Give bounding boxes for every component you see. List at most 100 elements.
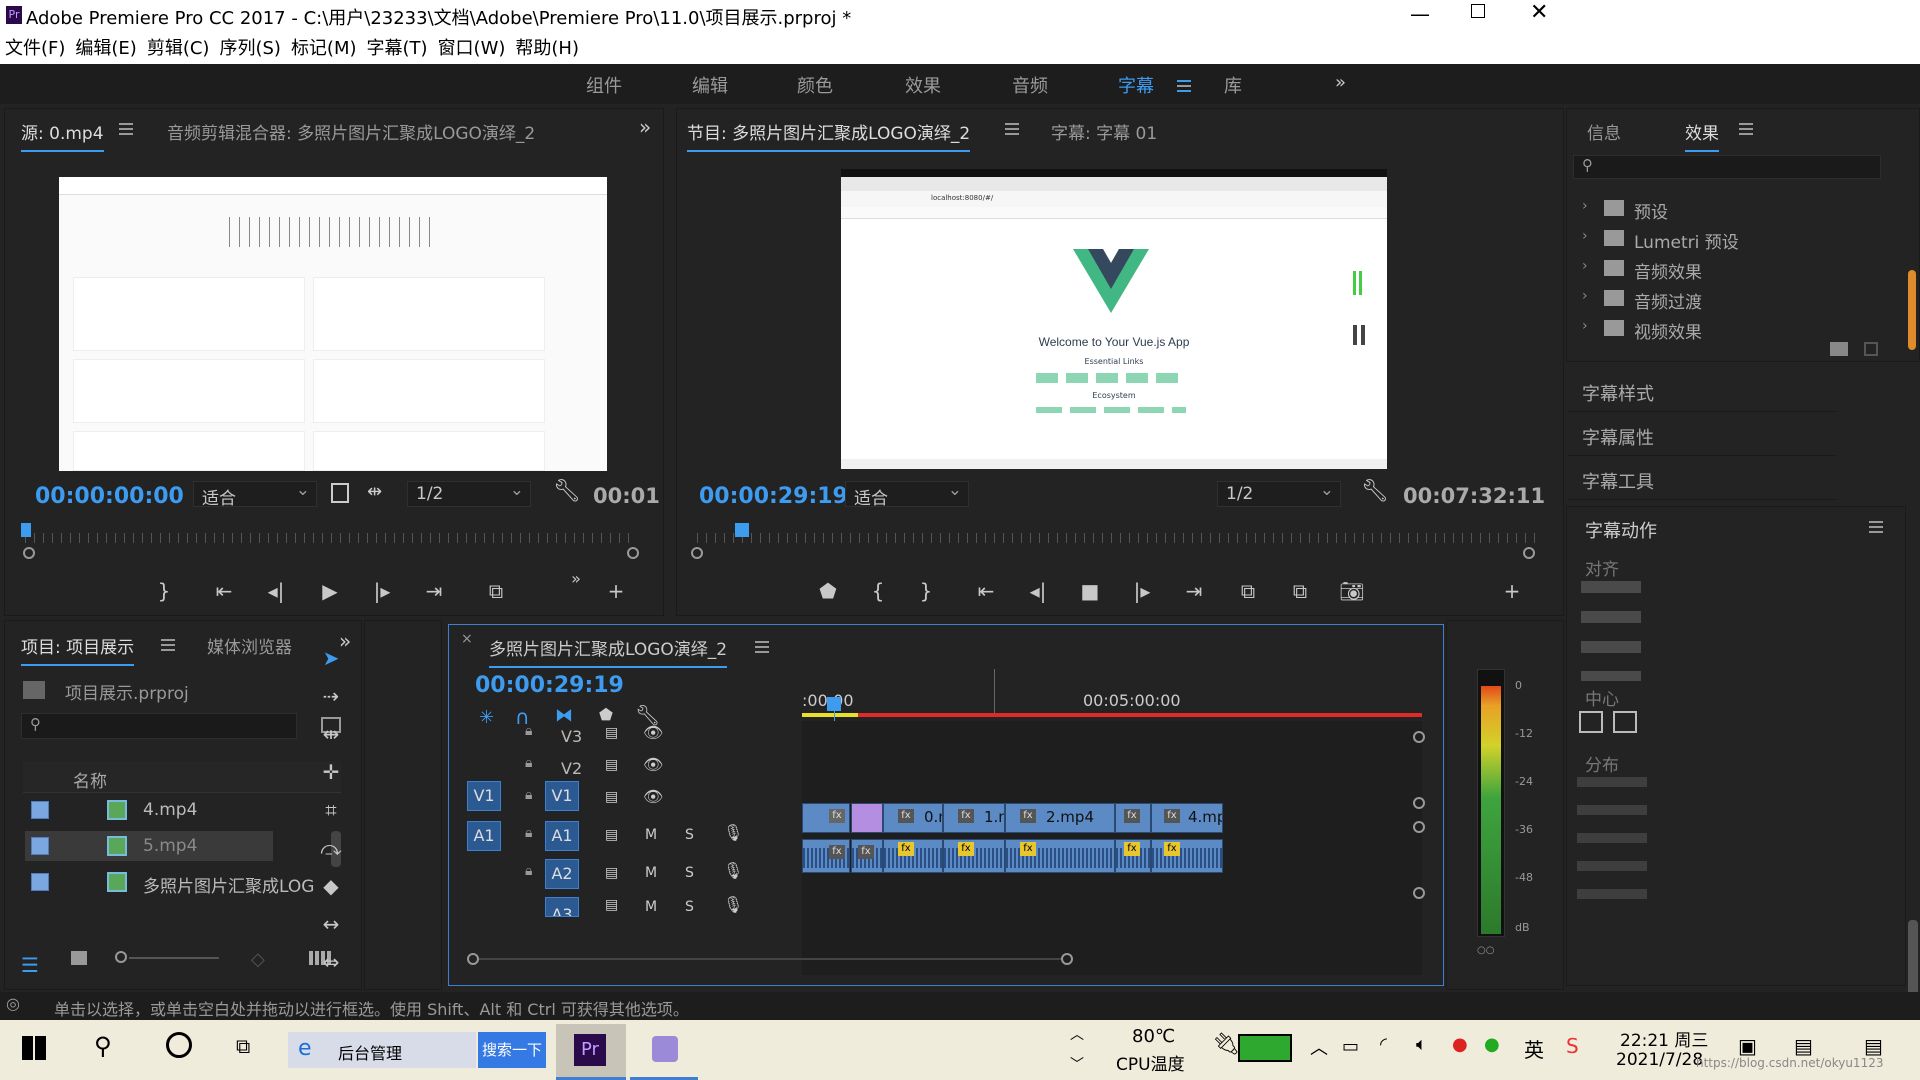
add-marker-icon[interactable]: ⬟ bbox=[599, 705, 613, 724]
program-extract-icon[interactable]: ⧉ bbox=[1285, 579, 1315, 603]
lock-icon[interactable]: 🔒︎ bbox=[525, 755, 532, 771]
chevron-up-icon[interactable]: ︿ bbox=[1070, 1024, 1084, 1044]
linked-selection-icon[interactable]: ⧓ bbox=[555, 705, 573, 726]
taskbar-premiere[interactable]: Pr bbox=[556, 1024, 626, 1080]
workspace-overflow-icon[interactable]: » bbox=[1335, 72, 1346, 93]
workspace-audio[interactable]: 音频 bbox=[1012, 72, 1048, 98]
audio-scroll-top-handle[interactable] bbox=[1413, 821, 1425, 833]
effects-folder-presets[interactable]: › 预设 bbox=[1582, 194, 1882, 223]
source-timecode[interactable]: 00:00:00:00 bbox=[35, 484, 184, 509]
video-clip[interactable]: fx bbox=[802, 803, 850, 833]
effects-search-input[interactable]: ⚲ bbox=[1573, 155, 1881, 179]
video-clip-0[interactable]: fx 0.mp4 bbox=[883, 803, 943, 833]
notification-badge-icon[interactable]: ▣ bbox=[1738, 1034, 1757, 1058]
cortana-icon[interactable] bbox=[166, 1032, 192, 1058]
timeline-zoom-start-handle[interactable] bbox=[467, 953, 479, 965]
close-icon[interactable]: ✕ bbox=[1530, 0, 1548, 25]
qq-icon[interactable]: ● bbox=[1452, 1034, 1468, 1055]
timeline-zoom-end-handle[interactable] bbox=[1061, 953, 1073, 965]
zoom-slider-handle[interactable] bbox=[115, 951, 127, 963]
tab-media-browser[interactable]: 媒体浏览器 bbox=[207, 633, 292, 658]
pen-tool-icon[interactable]: ⇔ bbox=[318, 950, 344, 976]
sync-lock-icon[interactable]: ▤ bbox=[605, 757, 618, 773]
solo-button[interactable]: S bbox=[685, 899, 694, 915]
panel-title-styles[interactable]: 字幕样式 bbox=[1568, 372, 1836, 412]
mute-button[interactable]: M bbox=[645, 899, 657, 915]
sync-lock-icon[interactable]: ▤ bbox=[605, 827, 618, 843]
distribute-buttons-icon[interactable] bbox=[1577, 777, 1647, 907]
align-buttons-icon[interactable] bbox=[1581, 581, 1641, 681]
source-drag-icon[interactable]: ⇹ bbox=[367, 481, 382, 502]
timeline-playhead-handle[interactable] bbox=[827, 697, 841, 711]
source-playhead[interactable] bbox=[21, 523, 31, 537]
track-target-a1[interactable]: A1 bbox=[545, 821, 579, 851]
mute-button[interactable]: M bbox=[645, 827, 657, 843]
effects-folder-lumetri[interactable]: › Lumetri 预设 bbox=[1582, 224, 1882, 253]
label-color-swatch[interactable] bbox=[31, 801, 49, 819]
video-clip-2[interactable]: fx 2.mp4 bbox=[1005, 803, 1115, 833]
program-add-marker-icon[interactable]: ⬟ bbox=[813, 579, 843, 603]
center-horizontal-icon[interactable] bbox=[1579, 711, 1603, 733]
ripple-edit-tool-icon[interactable]: ⇹ bbox=[318, 722, 344, 748]
source-insert-icon[interactable]: ⧉ bbox=[481, 579, 511, 603]
program-lift-icon[interactable]: ⧉ bbox=[1233, 579, 1263, 603]
eye-icon[interactable]: 👁︎ bbox=[643, 755, 663, 774]
effects-scrollbar[interactable] bbox=[1908, 270, 1916, 350]
close-icon[interactable]: × bbox=[461, 631, 473, 647]
audio-scroll-bottom-handle[interactable] bbox=[1413, 887, 1425, 899]
track-select-tool-icon[interactable]: ⇢ bbox=[318, 684, 344, 710]
source-add-button-icon[interactable]: + bbox=[601, 579, 631, 603]
notification-icon[interactable]: ▤ bbox=[1864, 1034, 1883, 1058]
menu-marker[interactable]: 标记(M) bbox=[286, 34, 362, 64]
action-center-icon[interactable]: ▤ bbox=[1794, 1034, 1813, 1058]
chevron-up-icon[interactable]: ︿ bbox=[1310, 1034, 1328, 1060]
rate-stretch-tool-icon[interactable]: ⌗ bbox=[318, 798, 344, 824]
rolling-edit-tool-icon[interactable]: ✛ bbox=[318, 760, 344, 786]
track-target-v1[interactable]: V1 bbox=[545, 781, 579, 811]
microphone-icon[interactable]: 🎙︎ bbox=[723, 823, 743, 842]
video-clip-4[interactable]: fx 4.mp4 bbox=[1151, 803, 1223, 833]
panel-title-tools[interactable]: 字幕工具 bbox=[1568, 460, 1836, 500]
center-vertical-icon[interactable] bbox=[1613, 711, 1637, 733]
source-patch-a1[interactable]: A1 bbox=[467, 821, 501, 851]
icon-view-icon[interactable] bbox=[71, 951, 87, 965]
audio-clip[interactable]: fx bbox=[802, 839, 850, 873]
sync-lock-icon[interactable]: ▤ bbox=[605, 897, 618, 913]
nest-sequence-icon[interactable]: ✳ bbox=[479, 707, 494, 728]
battery-icon[interactable] bbox=[1238, 1034, 1292, 1062]
title-clip[interactable] bbox=[851, 803, 883, 833]
razor-tool-icon[interactable]: ⤼ bbox=[318, 836, 344, 862]
program-settings-wrench-icon[interactable]: 🔧︎ bbox=[1361, 479, 1389, 504]
effects-menu-icon[interactable] bbox=[1739, 123, 1753, 135]
taskbar-app[interactable] bbox=[630, 1024, 698, 1080]
program-go-to-out-icon[interactable]: ⇥ bbox=[1179, 579, 1209, 603]
program-zoom-end-handle[interactable] bbox=[1523, 547, 1535, 559]
microphone-icon[interactable]: 🎙︎ bbox=[723, 895, 743, 914]
program-mark-out-icon[interactable]: } bbox=[911, 579, 941, 603]
microphone-icon[interactable]: 🎙︎ bbox=[723, 861, 743, 880]
program-step-forward-icon[interactable]: |▸ bbox=[1127, 579, 1157, 603]
program-playhead[interactable] bbox=[735, 523, 749, 537]
menu-window[interactable]: 窗口(W) bbox=[433, 34, 511, 64]
effects-folder-audio-transitions[interactable]: › 音频过渡 bbox=[1582, 284, 1882, 313]
menu-edit[interactable]: 编辑(E) bbox=[70, 34, 141, 64]
eye-icon[interactable]: 👁︎ bbox=[643, 787, 663, 806]
sync-lock-icon[interactable]: ▤ bbox=[605, 789, 618, 805]
search-icon[interactable]: ⚲ bbox=[94, 1032, 112, 1060]
timeline-menu-icon[interactable] bbox=[755, 641, 769, 653]
right-scrollbar[interactable] bbox=[1908, 920, 1918, 996]
lock-icon[interactable]: 🔒︎ bbox=[525, 723, 532, 739]
program-export-frame-icon[interactable]: 📷︎ bbox=[1337, 579, 1367, 603]
audio-clip[interactable]: fx bbox=[1115, 839, 1151, 873]
program-timecode[interactable]: 00:00:29:19 bbox=[699, 484, 848, 509]
task-view-icon[interactable]: ⧉ bbox=[236, 1034, 250, 1058]
video-clip-1[interactable]: fx 1.mp4 bbox=[943, 803, 1005, 833]
workspace-titles[interactable]: 字幕 bbox=[1118, 72, 1154, 98]
workspace-effects[interactable]: 效果 bbox=[905, 72, 941, 98]
tab-project[interactable]: 项目: 项目展示 bbox=[21, 633, 135, 666]
selection-tool-icon[interactable]: ➤ bbox=[318, 646, 344, 672]
source-step-back-icon[interactable]: ◂| bbox=[261, 579, 291, 603]
tray-app-icon[interactable]: S bbox=[1566, 1034, 1579, 1058]
taskbar-ie-window[interactable]: e 后台管理 bbox=[288, 1032, 476, 1068]
program-fit-dropdown[interactable]: 适合 bbox=[845, 480, 969, 509]
